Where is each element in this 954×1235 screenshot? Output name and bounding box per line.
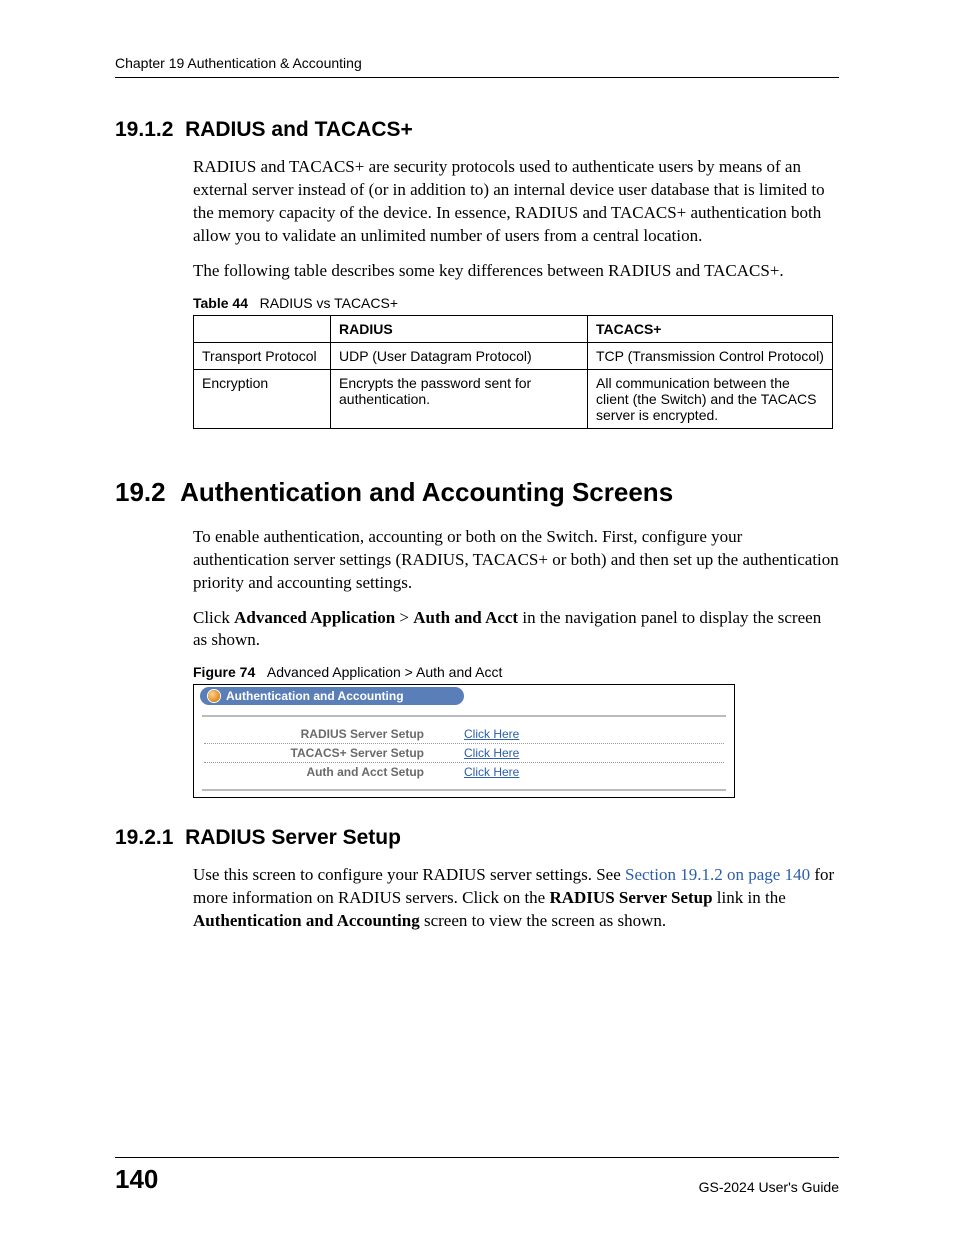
figure-caption: Figure 74 Advanced Application > Auth an… xyxy=(193,664,839,680)
page-footer: 140 GS-2024 User's Guide xyxy=(115,1157,839,1195)
setup-row-radius: RADIUS Server Setup Click Here xyxy=(204,725,724,743)
paragraph: Click Advanced Application > Auth and Ac… xyxy=(193,607,839,653)
heading-title: Authentication and Accounting Screens xyxy=(180,477,673,507)
heading-number: 19.2.1 xyxy=(115,826,173,849)
setup-row-label: RADIUS Server Setup xyxy=(204,727,464,741)
panel-title: Authentication and Accounting xyxy=(226,689,404,703)
table-cell: Encrypts the password sent for authentic… xyxy=(331,369,588,428)
heading-number: 19.1.2 xyxy=(115,118,173,141)
table-row: Transport Protocol UDP (User Datagram Pr… xyxy=(194,342,833,369)
table-header-cell xyxy=(194,315,331,342)
cross-ref-link[interactable]: Section 19.1.2 on page 140 xyxy=(625,865,810,884)
panel-title-pill: Authentication and Accounting xyxy=(200,687,464,705)
table-header-cell: TACACS+ xyxy=(588,315,833,342)
click-here-link[interactable]: Click Here xyxy=(464,727,519,741)
table-cell: Transport Protocol xyxy=(194,342,331,369)
table-caption: Table 44 RADIUS vs TACACS+ xyxy=(193,295,839,311)
paragraph: RADIUS and TACACS+ are security protocol… xyxy=(193,156,839,248)
running-header: Chapter 19 Authentication & Accounting xyxy=(115,55,839,78)
figure-caption-label: Figure 74 xyxy=(193,664,255,680)
table-44: RADIUS TACACS+ Transport Protocol UDP (U… xyxy=(193,315,833,429)
page-number: 140 xyxy=(115,1164,158,1195)
table-header-cell: RADIUS xyxy=(331,315,588,342)
table-caption-text: RADIUS vs TACACS+ xyxy=(260,295,398,311)
table-cell: TCP (Transmission Control Protocol) xyxy=(588,342,833,369)
table-cell: Encryption xyxy=(194,369,331,428)
setup-row-label: TACACS+ Server Setup xyxy=(204,746,464,760)
figure-caption-text: Advanced Application > Auth and Acct xyxy=(267,664,502,680)
heading-19-2: 19.2 Authentication and Accounting Scree… xyxy=(115,477,839,508)
setup-row-auth-acct: Auth and Acct Setup Click Here xyxy=(204,762,724,781)
table-cell: UDP (User Datagram Protocol) xyxy=(331,342,588,369)
guide-name: GS-2024 User's Guide xyxy=(699,1179,839,1195)
table-row: Encryption Encrypts the password sent fo… xyxy=(194,369,833,428)
setup-row-label: Auth and Acct Setup xyxy=(204,765,464,779)
paragraph: To enable authentication, accounting or … xyxy=(193,526,839,595)
figure-74-screenshot: Authentication and Accounting RADIUS Ser… xyxy=(193,684,735,798)
paragraph: Use this screen to configure your RADIUS… xyxy=(193,864,839,933)
setup-row-tacacs: TACACS+ Server Setup Click Here xyxy=(204,743,724,762)
table-cell: All communication between the client (th… xyxy=(588,369,833,428)
panel-dot-icon xyxy=(208,690,220,702)
heading-number: 19.2 xyxy=(115,477,166,507)
table-caption-label: Table 44 xyxy=(193,295,248,311)
click-here-link[interactable]: Click Here xyxy=(464,746,519,760)
heading-title: RADIUS and TACACS+ xyxy=(185,118,413,141)
paragraph: The following table describes some key d… xyxy=(193,260,839,283)
heading-19-1-2: 19.1.2 RADIUS and TACACS+ xyxy=(115,118,839,142)
click-here-link[interactable]: Click Here xyxy=(464,765,519,779)
heading-title: RADIUS Server Setup xyxy=(185,826,401,849)
heading-19-2-1: 19.2.1 RADIUS Server Setup xyxy=(115,826,839,850)
